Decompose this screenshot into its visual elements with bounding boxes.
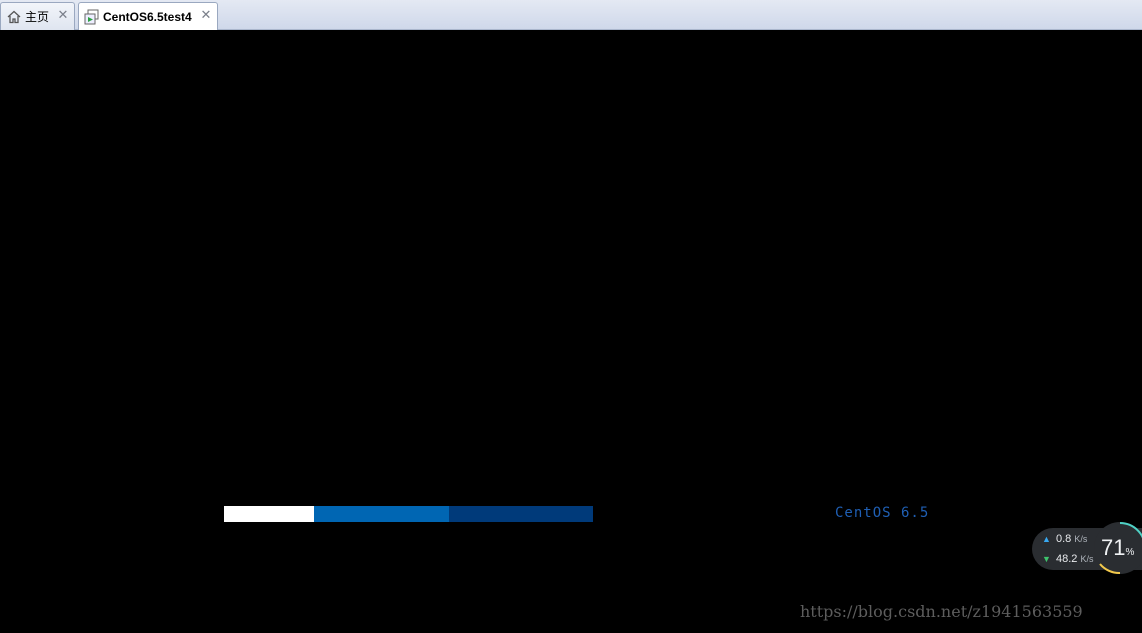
upload-speed-value: 0.8 bbox=[1055, 533, 1072, 545]
watermark-url: https://blog.csdn.net/z1941563559 bbox=[800, 602, 1083, 621]
tab-home-label: 主页 bbox=[25, 10, 50, 24]
progress-segment-white bbox=[224, 506, 314, 522]
download-speed-value: 48.2 bbox=[1055, 553, 1078, 565]
vm-icon bbox=[83, 8, 101, 26]
cpu-usage-value: 71% bbox=[1101, 535, 1134, 561]
download-speed: ▼ 48.2 K/s bbox=[1042, 553, 1093, 565]
home-icon bbox=[5, 8, 23, 26]
close-icon[interactable]: ✕ bbox=[199, 8, 213, 22]
upload-speed: ▲ 0.8 K/s bbox=[1042, 533, 1087, 545]
vm-console[interactable] bbox=[0, 30, 1142, 633]
os-version-label: CentOS 6.5 bbox=[835, 505, 930, 521]
upload-arrow-icon: ▲ bbox=[1042, 534, 1051, 544]
progress-segment-blue bbox=[314, 506, 449, 522]
tab-vm[interactable]: CentOS6.5test4 ✕ bbox=[78, 2, 218, 31]
download-arrow-icon: ▼ bbox=[1042, 554, 1051, 564]
boot-progress-bar bbox=[224, 506, 593, 522]
cpu-usage-unit: % bbox=[1125, 547, 1135, 558]
cpu-usage-number: 71 bbox=[1101, 535, 1126, 560]
close-icon[interactable]: ✕ bbox=[56, 8, 70, 22]
tab-bar: 主页 ✕ CentOS6.5test4 ✕ bbox=[0, 0, 1142, 31]
tab-home[interactable]: 主页 ✕ bbox=[0, 2, 75, 30]
tab-vm-label: CentOS6.5test4 bbox=[103, 10, 192, 24]
upload-speed-unit: K/s bbox=[1074, 534, 1088, 544]
